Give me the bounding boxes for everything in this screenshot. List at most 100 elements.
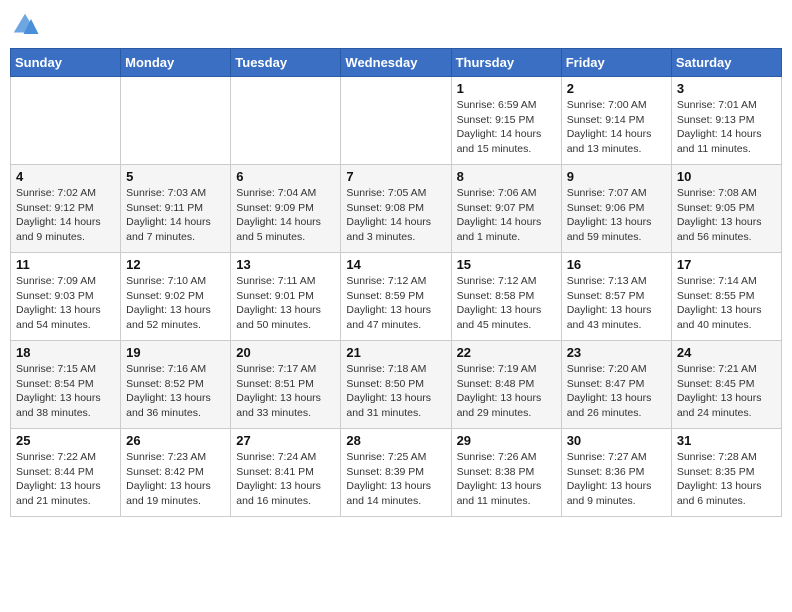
day-number: 31 <box>677 433 776 448</box>
calendar-cell: 2 Sunrise: 7:00 AM Sunset: 9:14 PM Daylig… <box>561 77 671 165</box>
day-number: 28 <box>346 433 445 448</box>
calendar-cell: 12 Sunrise: 7:10 AM Sunset: 9:02 PM Dayli… <box>121 253 231 341</box>
calendar-cell: 7Sunrise: 7:05 AM Sunset: 9:08 PM Daylig… <box>341 165 451 253</box>
calendar-cell: 28 Sunrise: 7:25 AM Sunset: 8:39 PM Dayli… <box>341 429 451 517</box>
day-info: Sunrise: 7:22 AM Sunset: 8:44 PM Dayligh… <box>16 450 115 509</box>
day-info: Sunrise: 7:12 AM Sunset: 8:59 PM Dayligh… <box>346 274 445 333</box>
day-number: 6 <box>236 169 335 184</box>
calendar-cell: 25 Sunrise: 7:22 AM Sunset: 8:44 PM Dayli… <box>11 429 121 517</box>
day-number: 25 <box>16 433 115 448</box>
day-info: Sunrise: 7:20 AM Sunset: 8:47 PM Dayligh… <box>567 362 666 421</box>
logo <box>10 10 44 40</box>
day-number: 24 <box>677 345 776 360</box>
day-header-friday: Friday <box>561 49 671 77</box>
day-number: 19 <box>126 345 225 360</box>
calendar-cell: 11Sunrise: 7:09 AM Sunset: 9:03 PM Dayli… <box>11 253 121 341</box>
calendar-cell <box>121 77 231 165</box>
day-number: 15 <box>457 257 556 272</box>
calendar-cell: 23 Sunrise: 7:20 AM Sunset: 8:47 PM Dayli… <box>561 341 671 429</box>
day-info: Sunrise: 7:01 AM Sunset: 9:13 PM Dayligh… <box>677 98 776 157</box>
day-info: Sunrise: 6:59 AM Sunset: 9:15 PM Dayligh… <box>457 98 556 157</box>
calendar-cell: 6 Sunrise: 7:04 AM Sunset: 9:09 PM Daylig… <box>231 165 341 253</box>
day-info: Sunrise: 7:10 AM Sunset: 9:02 PM Dayligh… <box>126 274 225 333</box>
day-number: 10 <box>677 169 776 184</box>
day-info: Sunrise: 7:11 AM Sunset: 9:01 PM Dayligh… <box>236 274 335 333</box>
day-header-monday: Monday <box>121 49 231 77</box>
day-number: 21 <box>346 345 445 360</box>
day-number: 14 <box>346 257 445 272</box>
week-row-4: 25 Sunrise: 7:22 AM Sunset: 8:44 PM Dayli… <box>11 429 782 517</box>
calendar-cell: 19 Sunrise: 7:16 AM Sunset: 8:52 PM Dayli… <box>121 341 231 429</box>
calendar-cell: 13Sunrise: 7:11 AM Sunset: 9:01 PM Dayli… <box>231 253 341 341</box>
day-number: 5 <box>126 169 225 184</box>
week-row-1: 4 Sunrise: 7:02 AM Sunset: 9:12 PM Daylig… <box>11 165 782 253</box>
calendar-cell: 4 Sunrise: 7:02 AM Sunset: 9:12 PM Daylig… <box>11 165 121 253</box>
day-info: Sunrise: 7:16 AM Sunset: 8:52 PM Dayligh… <box>126 362 225 421</box>
day-number: 17 <box>677 257 776 272</box>
calendar-cell <box>231 77 341 165</box>
day-info: Sunrise: 7:26 AM Sunset: 8:38 PM Dayligh… <box>457 450 556 509</box>
day-number: 9 <box>567 169 666 184</box>
day-info: Sunrise: 7:00 AM Sunset: 9:14 PM Dayligh… <box>567 98 666 157</box>
day-info: Sunrise: 7:18 AM Sunset: 8:50 PM Dayligh… <box>346 362 445 421</box>
day-info: Sunrise: 7:23 AM Sunset: 8:42 PM Dayligh… <box>126 450 225 509</box>
day-info: Sunrise: 7:21 AM Sunset: 8:45 PM Dayligh… <box>677 362 776 421</box>
day-header-sunday: Sunday <box>11 49 121 77</box>
day-number: 16 <box>567 257 666 272</box>
day-info: Sunrise: 7:12 AM Sunset: 8:58 PM Dayligh… <box>457 274 556 333</box>
day-info: Sunrise: 7:06 AM Sunset: 9:07 PM Dayligh… <box>457 186 556 245</box>
day-header-saturday: Saturday <box>671 49 781 77</box>
calendar-cell: 26 Sunrise: 7:23 AM Sunset: 8:42 PM Dayli… <box>121 429 231 517</box>
day-number: 29 <box>457 433 556 448</box>
day-number: 26 <box>126 433 225 448</box>
day-header-wednesday: Wednesday <box>341 49 451 77</box>
day-info: Sunrise: 7:24 AM Sunset: 8:41 PM Dayligh… <box>236 450 335 509</box>
calendar-cell: 20 Sunrise: 7:17 AM Sunset: 8:51 PM Dayli… <box>231 341 341 429</box>
calendar-cell <box>11 77 121 165</box>
day-info: Sunrise: 7:28 AM Sunset: 8:35 PM Dayligh… <box>677 450 776 509</box>
day-number: 22 <box>457 345 556 360</box>
day-info: Sunrise: 7:08 AM Sunset: 9:05 PM Dayligh… <box>677 186 776 245</box>
calendar-cell: 1 Sunrise: 6:59 AM Sunset: 9:15 PM Daylig… <box>451 77 561 165</box>
days-header-row: SundayMondayTuesdayWednesdayThursdayFrid… <box>11 49 782 77</box>
calendar-cell: 18 Sunrise: 7:15 AM Sunset: 8:54 PM Dayli… <box>11 341 121 429</box>
calendar-table: SundayMondayTuesdayWednesdayThursdayFrid… <box>10 48 782 517</box>
week-row-2: 11Sunrise: 7:09 AM Sunset: 9:03 PM Dayli… <box>11 253 782 341</box>
logo-icon <box>10 10 40 40</box>
day-info: Sunrise: 7:19 AM Sunset: 8:48 PM Dayligh… <box>457 362 556 421</box>
calendar-cell: 21 Sunrise: 7:18 AM Sunset: 8:50 PM Dayli… <box>341 341 451 429</box>
day-info: Sunrise: 7:03 AM Sunset: 9:11 PM Dayligh… <box>126 186 225 245</box>
day-info: Sunrise: 7:14 AM Sunset: 8:55 PM Dayligh… <box>677 274 776 333</box>
calendar-cell: 30Sunrise: 7:27 AM Sunset: 8:36 PM Dayli… <box>561 429 671 517</box>
day-number: 3 <box>677 81 776 96</box>
day-number: 27 <box>236 433 335 448</box>
day-info: Sunrise: 7:25 AM Sunset: 8:39 PM Dayligh… <box>346 450 445 509</box>
day-info: Sunrise: 7:02 AM Sunset: 9:12 PM Dayligh… <box>16 186 115 245</box>
day-info: Sunrise: 7:13 AM Sunset: 8:57 PM Dayligh… <box>567 274 666 333</box>
day-number: 1 <box>457 81 556 96</box>
day-number: 18 <box>16 345 115 360</box>
week-row-0: 1 Sunrise: 6:59 AM Sunset: 9:15 PM Daylig… <box>11 77 782 165</box>
calendar-cell: 5 Sunrise: 7:03 AM Sunset: 9:11 PM Daylig… <box>121 165 231 253</box>
day-info: Sunrise: 7:07 AM Sunset: 9:06 PM Dayligh… <box>567 186 666 245</box>
day-number: 8 <box>457 169 556 184</box>
day-info: Sunrise: 7:15 AM Sunset: 8:54 PM Dayligh… <box>16 362 115 421</box>
day-info: Sunrise: 7:05 AM Sunset: 9:08 PM Dayligh… <box>346 186 445 245</box>
calendar-cell: 16 Sunrise: 7:13 AM Sunset: 8:57 PM Dayli… <box>561 253 671 341</box>
calendar-cell: 15 Sunrise: 7:12 AM Sunset: 8:58 PM Dayli… <box>451 253 561 341</box>
day-info: Sunrise: 7:17 AM Sunset: 8:51 PM Dayligh… <box>236 362 335 421</box>
day-header-thursday: Thursday <box>451 49 561 77</box>
day-info: Sunrise: 7:09 AM Sunset: 9:03 PM Dayligh… <box>16 274 115 333</box>
calendar-cell: 3 Sunrise: 7:01 AM Sunset: 9:13 PM Daylig… <box>671 77 781 165</box>
calendar-cell: 17 Sunrise: 7:14 AM Sunset: 8:55 PM Dayli… <box>671 253 781 341</box>
day-number: 12 <box>126 257 225 272</box>
calendar-cell: 27 Sunrise: 7:24 AM Sunset: 8:41 PM Dayli… <box>231 429 341 517</box>
day-number: 4 <box>16 169 115 184</box>
day-number: 23 <box>567 345 666 360</box>
calendar-cell: 24 Sunrise: 7:21 AM Sunset: 8:45 PM Dayli… <box>671 341 781 429</box>
day-number: 20 <box>236 345 335 360</box>
week-row-3: 18 Sunrise: 7:15 AM Sunset: 8:54 PM Dayli… <box>11 341 782 429</box>
calendar-cell: 22 Sunrise: 7:19 AM Sunset: 8:48 PM Dayli… <box>451 341 561 429</box>
day-number: 2 <box>567 81 666 96</box>
day-info: Sunrise: 7:04 AM Sunset: 9:09 PM Dayligh… <box>236 186 335 245</box>
